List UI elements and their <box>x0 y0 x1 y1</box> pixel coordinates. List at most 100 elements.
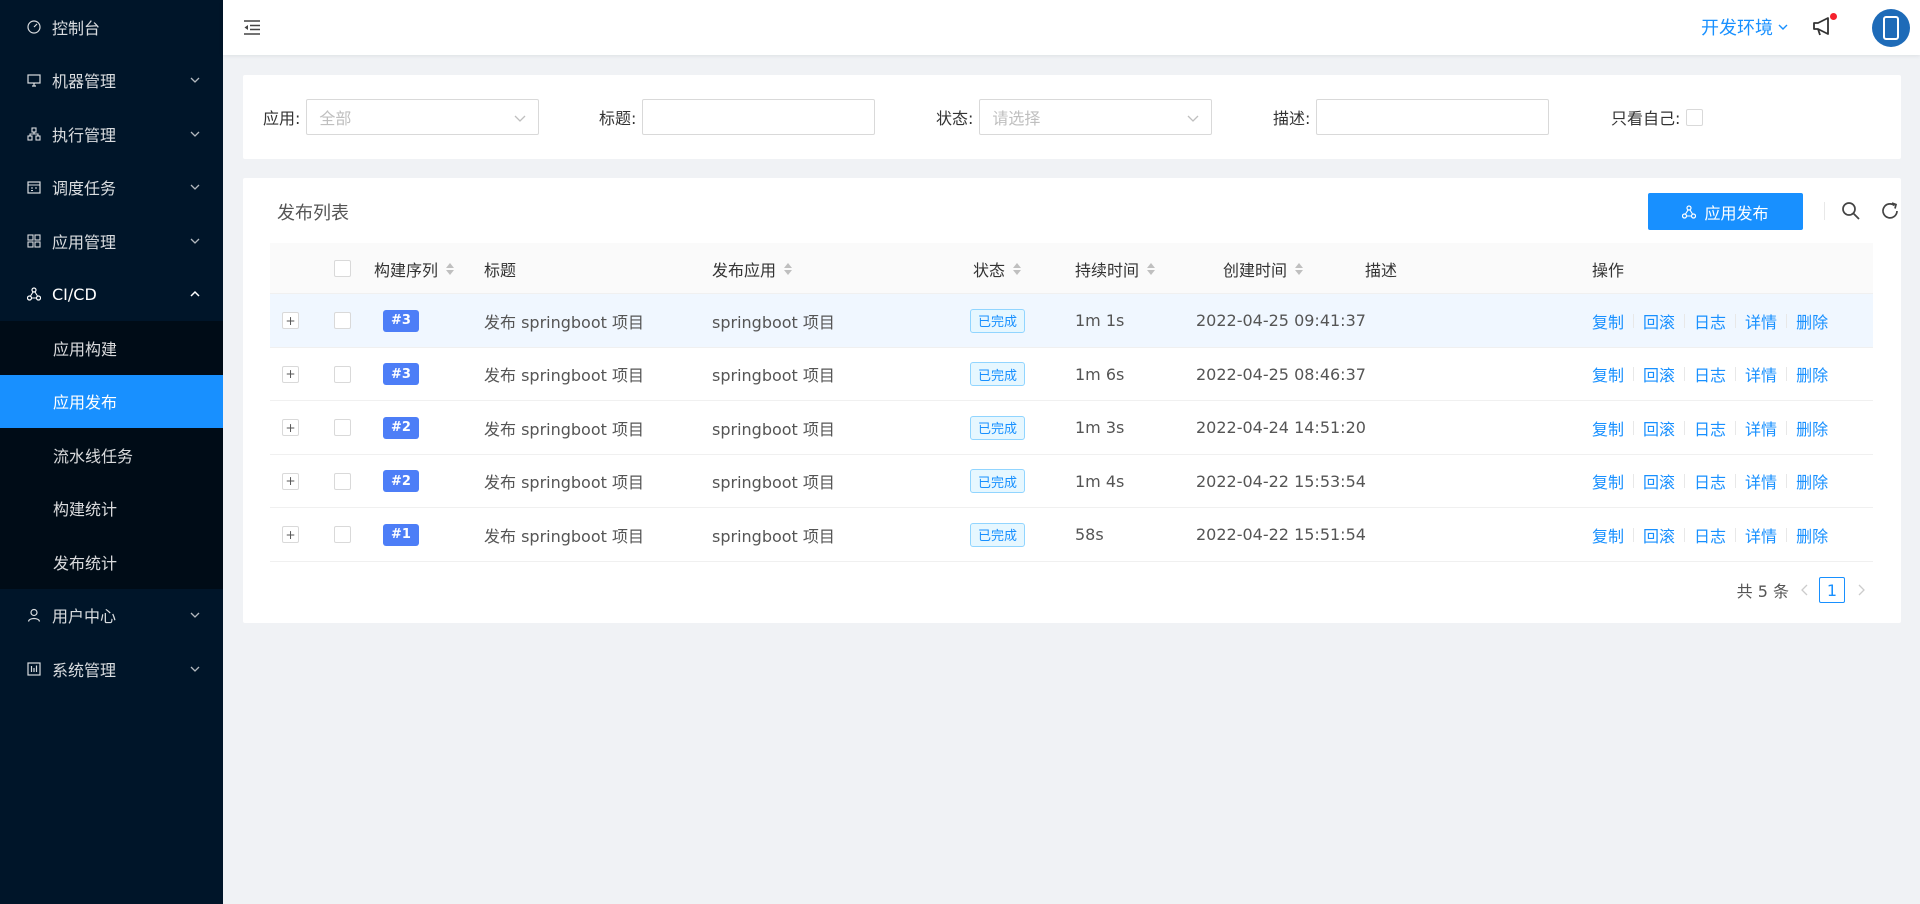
notification-button[interactable] <box>1811 13 1837 40</box>
sidebar-item-app-build[interactable]: 应用构建 <box>0 321 223 375</box>
next-page-button[interactable] <box>1851 584 1871 596</box>
sidebar-item-cicd[interactable]: CI/CD <box>0 268 223 322</box>
action-divider <box>1633 367 1635 381</box>
detail-link[interactable]: 详情 <box>1745 523 1777 547</box>
log-link[interactable]: 日志 <box>1694 523 1726 547</box>
app-publish-button[interactable]: 应用发布 <box>1648 193 1803 230</box>
chevron-up-icon <box>190 291 200 297</box>
log-link[interactable]: 日志 <box>1694 362 1726 386</box>
rollback-link[interactable]: 回滚 <box>1643 469 1675 493</box>
notification-dot <box>1830 13 1837 20</box>
avatar[interactable] <box>1872 9 1910 47</box>
copy-link[interactable]: 复制 <box>1592 416 1624 440</box>
action-divider <box>1735 420 1737 435</box>
desc-input[interactable] <box>1316 99 1550 135</box>
delete-link[interactable]: 删除 <box>1796 469 1828 493</box>
action-divider <box>1684 420 1686 435</box>
prev-page-button[interactable] <box>1795 584 1815 596</box>
menu-fold-icon[interactable] <box>242 17 262 37</box>
sidebar-item-label: 调度任务 <box>52 179 117 199</box>
detail-link[interactable]: 详情 <box>1745 309 1777 333</box>
sidebar-item-system[interactable]: 系统管理 <box>0 642 223 696</box>
sidebar-item-user-center[interactable]: 用户中心 <box>0 589 223 643</box>
row-checkbox[interactable] <box>334 526 351 543</box>
table-row[interactable]: + #2 发布 springboot 项目 springboot 项目 已完成 1m 4s… <box>270 455 1873 508</box>
row-checkbox[interactable] <box>334 312 351 329</box>
row-checkbox[interactable] <box>334 472 351 490</box>
pagination: 共 5 条 1 <box>1737 577 1871 603</box>
row-actions: 复制 回滚 日志 详情 删除 <box>1592 362 1828 386</box>
log-link[interactable]: 日志 <box>1694 469 1726 493</box>
filter-self-label: 只看自己: <box>1611 109 1681 128</box>
rollback-link[interactable]: 回滚 <box>1643 362 1675 386</box>
sort-icon <box>1013 262 1022 275</box>
sidebar-item-exec[interactable]: 执行管理 <box>0 107 223 161</box>
cicd-submenu: 应用构建 应用发布 流水线任务 构建统计 发布统计 <box>0 321 223 589</box>
table-row[interactable]: + #1 发布 springboot 项目 springboot 项目 已完成 58s 20… <box>270 508 1873 562</box>
delete-link[interactable]: 删除 <box>1796 309 1828 333</box>
only-self-checkbox[interactable] <box>1686 108 1704 126</box>
sidebar-item-app-release[interactable]: 应用发布 <box>0 374 223 428</box>
table-row[interactable]: + #3 发布 springboot 项目 springboot 项目 已完成 1m 6s… <box>270 348 1873 401</box>
expand-row-button[interactable]: + <box>282 365 299 383</box>
copy-link[interactable]: 复制 <box>1592 469 1624 493</box>
search-icon[interactable] <box>1840 200 1862 222</box>
row-created: 2022-04-22 15:51:54 <box>1196 525 1366 544</box>
row-checkbox[interactable] <box>334 365 351 383</box>
sidebar-item-machines[interactable]: 机器管理 <box>0 54 223 108</box>
col-created[interactable]: 创建时间 <box>1223 243 1304 294</box>
sidebar-item-release-stats[interactable]: 发布统计 <box>0 535 223 589</box>
sidebar-item-label: 执行管理 <box>52 125 117 145</box>
log-link[interactable]: 日志 <box>1694 416 1726 440</box>
row-actions: 复制 回滚 日志 详情 删除 <box>1592 469 1828 493</box>
col-app[interactable]: 发布应用 <box>712 243 793 294</box>
app-select[interactable]: 全部 <box>306 99 540 135</box>
expand-row-button[interactable]: + <box>282 472 299 490</box>
env-selector[interactable]: 开发环境 <box>1701 14 1789 40</box>
action-divider <box>1735 527 1737 542</box>
row-title: 发布 springboot 项目 <box>484 419 644 439</box>
action-divider <box>1735 474 1737 488</box>
rollback-link[interactable]: 回滚 <box>1643 416 1675 440</box>
table-row[interactable]: + #2 发布 springboot 项目 springboot 项目 已完成 1m 3s… <box>270 401 1873 455</box>
delete-link[interactable]: 删除 <box>1796 523 1828 547</box>
col-actions-label: 操作 <box>1592 260 1625 280</box>
delete-link[interactable]: 删除 <box>1796 416 1828 440</box>
sidebar-item-apps[interactable]: 应用管理 <box>0 214 223 268</box>
cluster-icon <box>26 126 42 142</box>
copy-link[interactable]: 复制 <box>1592 362 1624 386</box>
action-divider <box>1633 474 1635 488</box>
card-title: 发布列表 <box>277 203 349 224</box>
reload-icon[interactable] <box>1879 200 1901 222</box>
col-status[interactable]: 状态 <box>973 243 1022 294</box>
filter-card: 应用: 全部 标题: 状态: 请选择 描述: 只看自己: <box>243 75 1901 159</box>
title-input[interactable] <box>642 99 876 135</box>
rollback-link[interactable]: 回滚 <box>1643 309 1675 333</box>
filter-desc-label: 描述: <box>1273 109 1311 128</box>
delete-link[interactable]: 删除 <box>1796 362 1828 386</box>
sidebar-item-build-stats[interactable]: 构建统计 <box>0 482 223 536</box>
sidebar-item-dashboard[interactable]: 控制台 <box>0 0 223 54</box>
log-link[interactable]: 日志 <box>1694 309 1726 333</box>
copy-link[interactable]: 复制 <box>1592 309 1624 333</box>
detail-link[interactable]: 详情 <box>1745 469 1777 493</box>
row-created: 2022-04-25 08:46:37 <box>1196 364 1366 384</box>
table-row[interactable]: + #3 发布 springboot 项目 springboot 项目 已完成 1m 1s… <box>270 294 1873 348</box>
copy-link[interactable]: 复制 <box>1592 523 1624 547</box>
select-all-checkbox[interactable] <box>334 260 351 277</box>
page-item-current[interactable]: 1 <box>1819 577 1845 603</box>
rollback-link[interactable]: 回滚 <box>1643 523 1675 547</box>
expand-row-button[interactable]: + <box>282 312 299 329</box>
sidebar-item-schedule[interactable]: 调度任务 <box>0 161 223 215</box>
row-app: springboot 项目 <box>712 473 835 492</box>
expand-row-button[interactable]: + <box>282 419 299 436</box>
detail-link[interactable]: 详情 <box>1745 416 1777 440</box>
expand-row-button[interactable]: + <box>282 526 299 543</box>
detail-link[interactable]: 详情 <box>1745 362 1777 386</box>
col-duration[interactable]: 持续时间 <box>1075 243 1156 294</box>
col-seq[interactable]: 构建序列 <box>374 243 455 294</box>
status-select[interactable]: 请选择 <box>979 99 1213 135</box>
sidebar-item-pipeline[interactable]: 流水线任务 <box>0 428 223 482</box>
row-checkbox[interactable] <box>334 419 351 436</box>
col-title-label: 标题 <box>484 260 517 280</box>
